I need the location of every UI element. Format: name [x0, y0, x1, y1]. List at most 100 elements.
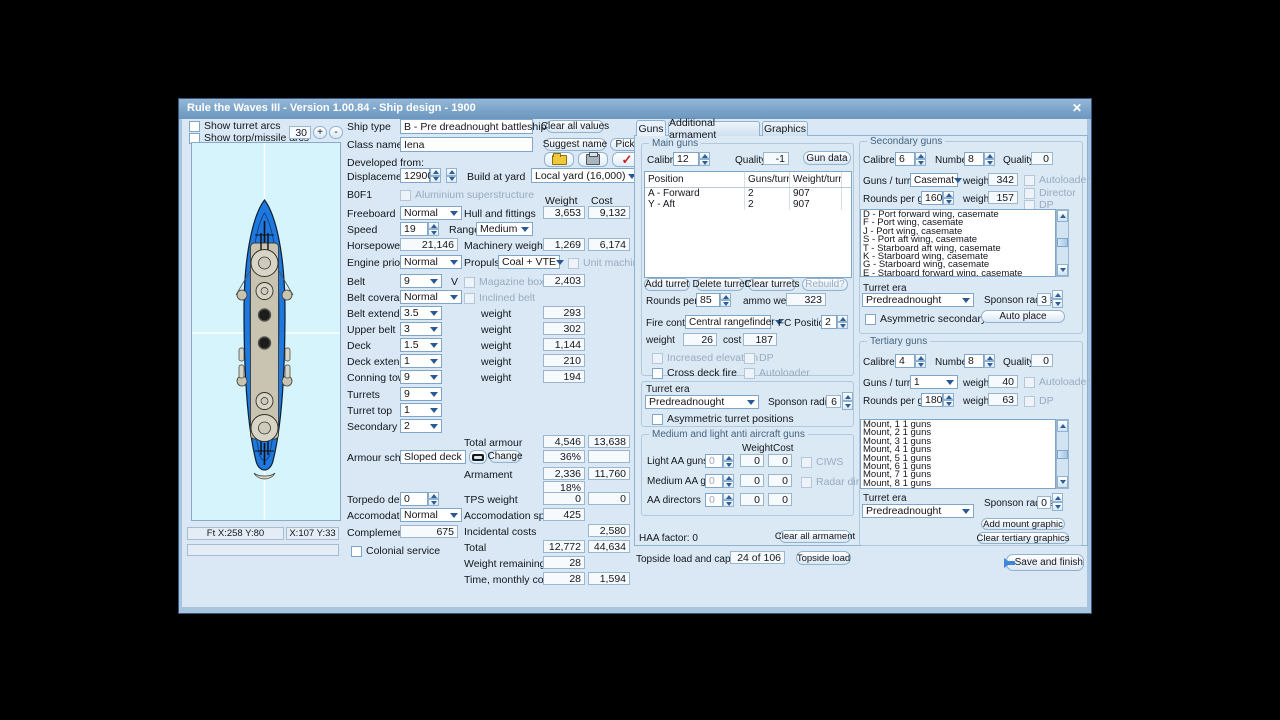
checkbox-box[interactable]: [351, 546, 362, 557]
scroll-thumb[interactable]: [1057, 238, 1068, 247]
conning-tower-select[interactable]: 9: [400, 370, 442, 384]
ship-design-canvas[interactable]: [191, 142, 341, 521]
main-turret-era-select[interactable]: Predreadnought: [645, 395, 759, 409]
sec-rounds-spinner[interactable]: [943, 191, 954, 205]
ter-number-spinner[interactable]: [984, 354, 995, 368]
print-design-button[interactable]: [578, 152, 608, 167]
torpedo-defence-spinner[interactable]: [428, 492, 439, 506]
main-calibre-input[interactable]: 12: [673, 152, 699, 166]
sec-number-input[interactable]: 8: [964, 152, 984, 166]
suggest-name-button[interactable]: Suggest name: [544, 138, 606, 151]
main-calibre-spinner[interactable]: [699, 152, 710, 166]
accomodation-select[interactable]: Normal: [400, 508, 462, 522]
main-gun-table-row[interactable]: A - Forward2907: [645, 188, 851, 199]
scroll-thumb[interactable]: [1057, 450, 1068, 459]
speed-spinner[interactable]: [428, 222, 439, 236]
ter-rounds-input[interactable]: 180: [921, 393, 943, 407]
aa-directors-spinner[interactable]: [723, 493, 734, 507]
sec-calibre-input[interactable]: 6: [895, 152, 915, 166]
light-aa-spinner[interactable]: [723, 454, 734, 468]
propulsion-select[interactable]: Coal + VTE: [498, 255, 560, 269]
checkbox-box[interactable]: [652, 368, 663, 379]
secondary-guns-armour-select[interactable]: 2: [400, 419, 442, 433]
topside-load-button[interactable]: Topside load: [796, 551, 851, 565]
ter-calibre-spinner[interactable]: [915, 354, 926, 368]
colonial-service-checkbox[interactable]: Colonial service: [351, 545, 440, 557]
delete-turret-button[interactable]: Delete turret: [696, 278, 744, 291]
fc-positions-spinner[interactable]: [837, 315, 848, 329]
main-rounds-input[interactable]: 85: [696, 293, 720, 307]
displacement-spinner[interactable]: [430, 168, 441, 183]
gun-data-button[interactable]: Gun data: [803, 151, 851, 165]
checkbox-box[interactable]: [189, 121, 200, 132]
clear-turrets-button[interactable]: Clear turrets: [748, 278, 796, 291]
title-bar[interactable]: Rule the Waves III - Version 1.00.84 - S…: [179, 99, 1091, 119]
turret-top-select[interactable]: 1: [400, 403, 442, 417]
checkbox-box[interactable]: [652, 414, 663, 425]
show-turret-arcs-checkbox[interactable]: Show turret arcs: [189, 120, 280, 132]
checkbox-box[interactable]: [865, 314, 876, 325]
secondary-position-item[interactable]: E - Starboard forward wing, casemate: [863, 270, 1055, 277]
ter-guns-turret-select[interactable]: 1: [910, 375, 958, 389]
medium-aa-spinner[interactable]: [723, 474, 734, 488]
torpedo-defence-input[interactable]: 0: [400, 492, 428, 506]
sec-turret-era-select[interactable]: Predreadnought: [862, 293, 974, 307]
sec-rounds-input[interactable]: 160: [921, 191, 943, 205]
tertiary-list-scrollbar[interactable]: [1056, 419, 1069, 489]
ter-sponson-spinner[interactable]: [1052, 493, 1063, 511]
fc-positions-input[interactable]: 2: [821, 315, 837, 329]
load-design-button[interactable]: [544, 152, 574, 167]
main-gun-table[interactable]: Position Guns/turret Weight/turret A - F…: [644, 171, 852, 278]
upper-belt-select[interactable]: 3: [400, 322, 442, 336]
tab-graphics[interactable]: Graphics: [762, 121, 808, 136]
belt-extended-select[interactable]: 3.5: [400, 306, 442, 320]
save-and-finish-button[interactable]: Save and finish: [1006, 554, 1084, 571]
secondary-list-scrollbar[interactable]: [1056, 209, 1069, 277]
freeboard-select[interactable]: Normal: [400, 206, 462, 220]
engine-priority-select[interactable]: Normal: [400, 255, 462, 269]
main-rounds-spinner[interactable]: [720, 293, 731, 307]
sec-calibre-spinner[interactable]: [915, 152, 926, 166]
clear-tertiary-graphics-button[interactable]: Clear tertiary graphics: [977, 532, 1069, 544]
scroll-up-icon[interactable]: [1057, 210, 1068, 222]
clear-all-values-button[interactable]: Clear all values: [546, 120, 604, 133]
main-sponson-spinner[interactable]: [842, 392, 853, 410]
close-icon[interactable]: ✕: [1072, 101, 1082, 115]
class-name-input[interactable]: Iena: [400, 137, 533, 152]
scroll-down-icon[interactable]: [1057, 264, 1068, 276]
cross-deck-fire-checkbox[interactable]: Cross deck fire: [652, 367, 737, 379]
arc-minus-button[interactable]: -: [329, 126, 343, 139]
ter-calibre-input[interactable]: 4: [895, 354, 915, 368]
range-select[interactable]: Medium: [476, 222, 533, 236]
displacement-coarse-spinner[interactable]: [446, 168, 457, 183]
sec-number-spinner[interactable]: [984, 152, 995, 166]
sec-sponson-spinner[interactable]: [1052, 290, 1063, 308]
add-turret-button[interactable]: Add turret: [644, 278, 690, 291]
fire-control-select[interactable]: Central rangefinder: [685, 315, 771, 329]
build-at-yard-select[interactable]: Local yard (16,000): [531, 168, 640, 183]
add-mount-graphic-button[interactable]: Add mount graphic: [981, 518, 1065, 530]
sec-guns-turret-select[interactable]: Casemat: [910, 173, 958, 187]
deck-extended-select[interactable]: 1: [400, 354, 442, 368]
tab-guns[interactable]: Guns: [636, 120, 666, 136]
clear-all-armament-button[interactable]: Clear all armament: [779, 530, 851, 543]
armour-scheme-preview-button[interactable]: [469, 450, 487, 464]
tab-additional-armament[interactable]: Additional armament: [668, 121, 760, 136]
deck-select[interactable]: 1.5: [400, 338, 442, 352]
ter-turret-era-select[interactable]: Predreadnought: [862, 504, 974, 518]
arc-plus-button[interactable]: +: [313, 126, 327, 139]
turrets-select[interactable]: 9: [400, 387, 442, 401]
ter-number-input[interactable]: 8: [964, 354, 984, 368]
main-gun-table-row[interactable]: Y - Aft2907: [645, 199, 851, 210]
displacement-input[interactable]: 12900: [400, 168, 430, 183]
scroll-up-icon[interactable]: [1057, 420, 1068, 432]
secondary-positions-list[interactable]: D - Port forward wing, casemateF - Port …: [860, 209, 1056, 277]
tertiary-mount-item[interactable]: Mount, 8 1 guns: [863, 480, 1055, 488]
change-armour-scheme-button[interactable]: Change: [489, 450, 521, 463]
auto-place-button[interactable]: Auto place: [981, 310, 1065, 323]
ship-type-select[interactable]: B - Pre dreadnought battleship: [400, 119, 533, 134]
belt-coverage-select[interactable]: Normal: [400, 290, 462, 304]
asymmetric-turret-positions-checkbox[interactable]: Asymmetric turret positions: [652, 413, 794, 425]
ter-rounds-spinner[interactable]: [943, 393, 954, 407]
tertiary-mounts-list[interactable]: Mount, 1 1 gunsMount, 2 1 gunsMount, 3 1…: [860, 419, 1056, 489]
